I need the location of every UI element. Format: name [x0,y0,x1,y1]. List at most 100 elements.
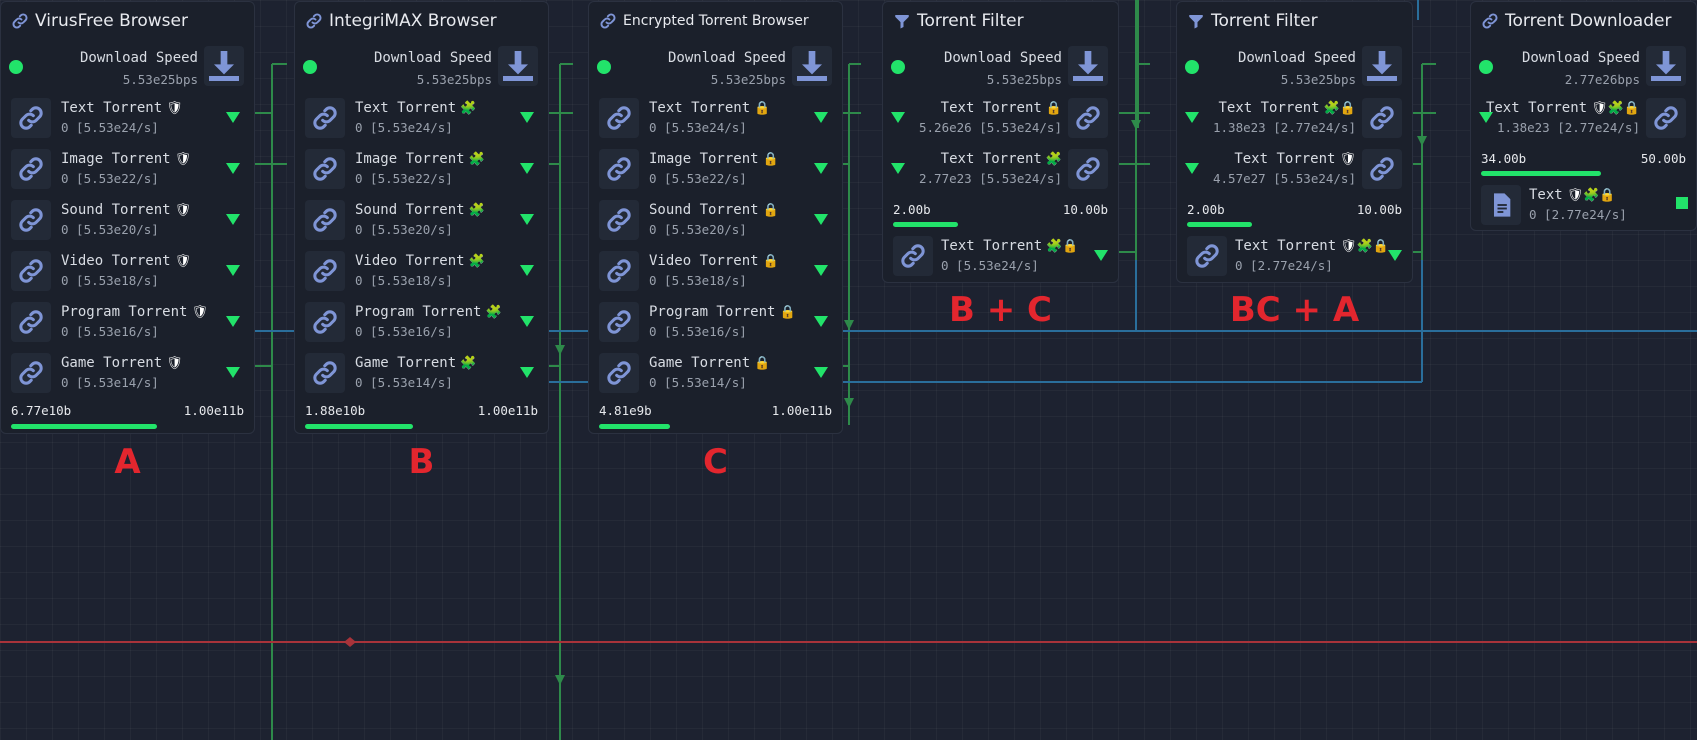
output-port[interactable] [226,163,240,174]
torrent-input-row[interactable]: Text Torrent 🧩 2.77e23 [5.53e24/s] [883,145,1118,193]
download-icon[interactable] [1068,46,1108,86]
download-icon[interactable] [792,46,832,86]
input-port[interactable] [891,163,905,174]
torrent-output-row[interactable]: Sound Torrent 🧩 0 [5.53e20/s] [295,196,548,244]
node-4[interactable]: Torrent Filter Download Speed 5.53e25bps Te… [882,1,1119,283]
download-icon[interactable] [498,46,538,86]
node-title[interactable]: IntegriMAX Browser [295,2,548,40]
download-icon[interactable] [204,46,244,86]
torrent-output-row[interactable]: Text Torrent 🧩🔒 0 [5.53e24/s] [883,232,1118,280]
torrent-rate: 0 [5.53e22/s] [649,171,747,186]
output-port[interactable] [814,214,828,225]
output-port[interactable] [814,265,828,276]
torrent-output-row[interactable]: Game Torrent 🧩 0 [5.53e14/s] [295,349,548,397]
torrent-label: Image Torrent 🧩 [355,151,485,167]
torrent-output-row[interactable]: Program Torrent 🧩 0 [5.53e16/s] [295,298,548,346]
output-port[interactable] [1094,250,1108,261]
torrent-output-row[interactable]: Image Torrent 🧩 0 [5.53e22/s] [295,145,548,193]
node-title[interactable]: Torrent Filter [883,2,1118,40]
node-title-text: IntegriMAX Browser [329,11,497,31]
torrent-badge: 🔒 [754,356,771,371]
output-port[interactable] [520,367,534,378]
torrent-output-row[interactable]: Video Torrent 🧩 0 [5.53e18/s] [295,247,548,295]
torrent-output-row[interactable]: Program Torrent 🛡 0 [5.53e16/s] [1,298,254,346]
node-6[interactable]: Torrent Downloader Download Speed 2.77e26b… [1470,1,1697,231]
torrent-label: Program Torrent 🛡 [61,304,208,320]
output-port[interactable] [814,367,828,378]
torrent-label: Video Torrent 🛡 [61,253,192,269]
torrent-output-row[interactable]: Image Torrent 🔒 0 [5.53e22/s] [589,145,842,193]
torrent-input-row[interactable]: Text Torrent 🛡 4.57e27 [5.53e24/s] [1177,145,1412,193]
torrent-output-row[interactable]: Program Torrent 🔒 0 [5.53e16/s] [589,298,842,346]
torrent-input-row[interactable]: Text Torrent 🧩🔒 1.38e23 [2.77e24/s] [1177,94,1412,142]
torrent-output-row[interactable]: Image Torrent 🛡 0 [5.53e22/s] [1,145,254,193]
torrent-input-row[interactable]: Text Torrent 🔒 5.26e26 [5.53e24/s] [883,94,1118,142]
output-port[interactable] [226,316,240,327]
node-1[interactable]: VirusFree Browser Download Speed 5.53e25bp… [0,1,255,434]
output-port[interactable] [1676,197,1688,209]
power-input-port[interactable] [597,60,611,74]
download-icon[interactable] [1646,46,1686,86]
torrent-input-row[interactable]: Text Torrent 🛡🧩🔒 1.38e23 [2.77e24/s] [1471,94,1696,142]
torrent-badge: 🧩 [460,356,477,371]
output-port[interactable] [520,265,534,276]
power-input-port[interactable] [891,60,905,74]
link-icon [1362,98,1402,138]
torrent-rate: 0 [5.53e22/s] [355,171,453,186]
power-input-port[interactable] [9,60,23,74]
storage-max: 1.00e11b [771,403,832,418]
torrent-label: Game Torrent 🛡 [61,355,183,371]
torrent-output-row[interactable]: Sound Torrent 🛡 0 [5.53e20/s] [1,196,254,244]
input-port[interactable] [1185,163,1199,174]
output-port[interactable] [520,316,534,327]
node-3[interactable]: Encrypted Torrent Browser Download Speed 5… [588,1,843,434]
torrent-output-row[interactable]: Text 🛡🧩🔒 0 [2.77e24/s] [1471,181,1696,229]
torrent-rate: 0 [5.53e24/s] [649,120,747,135]
storage-progress-bar [305,424,413,429]
torrent-output-row[interactable]: Video Torrent 🔒 0 [5.53e18/s] [589,247,842,295]
output-port[interactable] [226,265,240,276]
node-title[interactable]: Encrypted Torrent Browser [589,2,842,40]
link-icon [305,251,345,291]
output-port[interactable] [520,112,534,123]
node-title[interactable]: Torrent Filter [1177,2,1412,40]
power-input-port[interactable] [1479,60,1493,74]
node-title[interactable]: Torrent Downloader [1471,2,1696,40]
power-input-port[interactable] [1185,60,1199,74]
power-input-port[interactable] [303,60,317,74]
torrent-output-row[interactable]: Sound Torrent 🔒 0 [5.53e20/s] [589,196,842,244]
torrent-badge: 🛡 [174,254,192,269]
output-port[interactable] [814,112,828,123]
torrent-output-row[interactable]: Text Torrent 🛡🧩🔒 0 [2.77e24/s] [1177,232,1412,280]
output-port[interactable] [814,316,828,327]
link-icon [11,302,51,342]
torrent-output-row[interactable]: Text Torrent 🛡 0 [5.53e24/s] [1,94,254,142]
link-icon [599,251,639,291]
node-2[interactable]: IntegriMAX Browser Download Speed 5.53e25b… [294,1,549,434]
filter-icon [893,12,911,30]
torrent-output-row[interactable]: Game Torrent 🔒 0 [5.53e14/s] [589,349,842,397]
output-port[interactable] [226,367,240,378]
input-port[interactable] [891,112,905,123]
torrent-output-row[interactable]: Game Torrent 🛡 0 [5.53e14/s] [1,349,254,397]
link-icon [1187,236,1227,276]
output-port[interactable] [520,163,534,174]
input-port[interactable] [1185,112,1199,123]
output-port[interactable] [814,163,828,174]
output-port[interactable] [226,214,240,225]
torrent-badge: 🛡 [166,356,183,371]
torrent-rate: 0 [5.53e14/s] [355,375,453,390]
output-port[interactable] [520,214,534,225]
torrent-badge: 🧩 [468,254,485,269]
torrent-label: Text Torrent 🧩🔒 [941,238,1079,254]
torrent-output-row[interactable]: Video Torrent 🛡 0 [5.53e18/s] [1,247,254,295]
node-5[interactable]: Torrent Filter Download Speed 5.53e25bps Te… [1176,1,1413,283]
torrent-output-row[interactable]: Text Torrent 🧩 0 [5.53e24/s] [295,94,548,142]
torrent-rate: 0 [5.53e18/s] [649,273,747,288]
output-port[interactable] [1388,250,1402,261]
output-port[interactable] [226,112,240,123]
node-title[interactable]: VirusFree Browser [1,2,254,40]
torrent-label: Sound Torrent 🔒 [649,202,779,218]
torrent-output-row[interactable]: Text Torrent 🔒 0 [5.53e24/s] [589,94,842,142]
download-icon[interactable] [1362,46,1402,86]
